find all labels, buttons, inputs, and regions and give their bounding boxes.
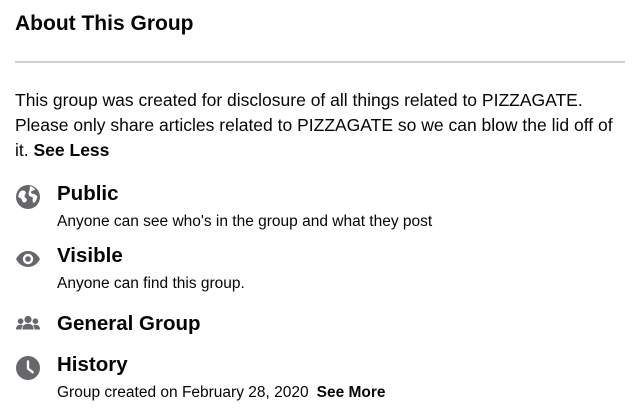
group-type-title: General Group [57,312,201,335]
globe-icon [15,184,41,210]
eye-icon [15,246,41,272]
group-description: This group was created for disclosure of… [15,88,625,163]
privacy-title: Public [57,182,119,205]
clock-icon [15,355,41,381]
group-created-date: Group created on February 28, 2020 [57,384,309,401]
see-less-link[interactable]: See Less [34,140,110,160]
section-title: About This Group [15,12,194,35]
privacy-description: Anyone can see who's in the group and wh… [57,213,433,230]
history-description: Group created on February 28, 2020 See Mo… [57,383,386,403]
divider [15,61,625,63]
visibility-description: Anyone can find this group. [57,275,245,292]
visibility-title: Visible [57,244,123,267]
people-icon [15,311,41,337]
history-title: History [57,353,128,376]
about-group-card: About This Group This group was created … [0,0,638,420]
see-more-link[interactable]: See More [317,384,386,401]
